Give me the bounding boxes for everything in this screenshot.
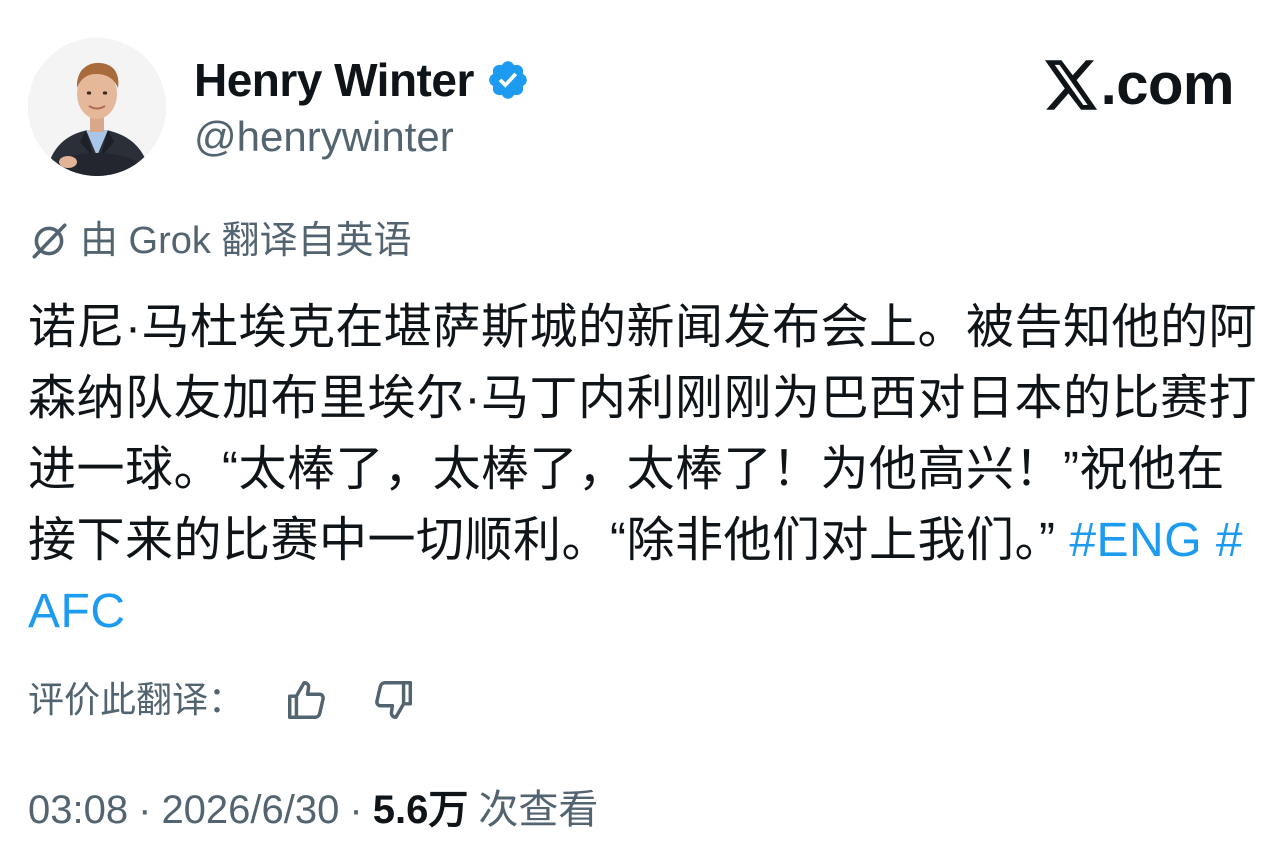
brand-watermark: .com: [1044, 52, 1235, 117]
verified-badge-icon: [489, 61, 527, 99]
rate-translation-row: 评价此翻译：: [28, 670, 424, 730]
avatar[interactable]: [28, 38, 166, 176]
hashtag-eng[interactable]: #ENG: [1069, 514, 1202, 567]
author-handle[interactable]: @henrywinter: [194, 113, 454, 160]
translation-notice[interactable]: 由 Grok 翻译自英语: [28, 220, 411, 262]
avatar-photo: [28, 38, 166, 176]
tweet-time[interactable]: 03:08: [28, 790, 128, 830]
views-label: 次查看: [478, 788, 599, 832]
thumbs-up-icon: [287, 681, 325, 719]
tweet-meta: 03:08 · 2026/6/30 · 5.6万 次查看: [28, 790, 598, 830]
thumbs-up-button[interactable]: [276, 670, 336, 730]
thumbs-down-button[interactable]: [364, 670, 424, 730]
translation-notice-text: 由 Grok 翻译自英语: [80, 220, 412, 262]
grok-icon: [32, 223, 67, 259]
meta-separator: ·: [138, 788, 152, 832]
tweet-date[interactable]: 2026/6/30: [161, 790, 339, 830]
tweet-text: 诺尼·马杜埃克在堪萨斯城的新闻发布会上。被告知他的阿森纳队友加布里埃尔·马丁内利…: [28, 292, 1258, 647]
brand-domain-text: .com: [1100, 52, 1235, 117]
views-count: 5.6万: [372, 788, 469, 832]
author-name-row[interactable]: Henry Winter: [194, 52, 530, 108]
x-logo-icon: [1044, 60, 1097, 110]
rate-translation-label: 评价此翻译：: [28, 679, 245, 720]
author-display-name[interactable]: Henry Winter: [194, 57, 474, 103]
thumbs-down-icon: [375, 681, 413, 719]
meta-separator: ·: [349, 788, 363, 832]
